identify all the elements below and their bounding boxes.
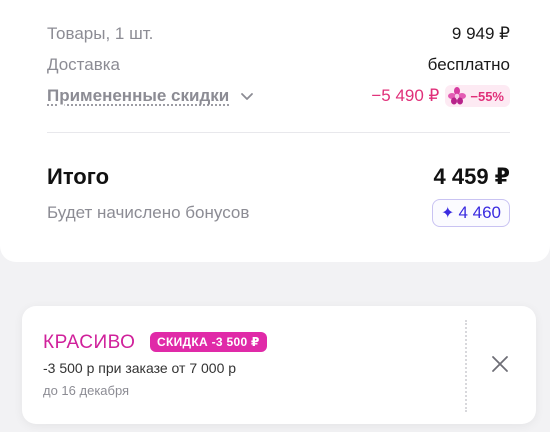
goods-value: 9 949 ₽ bbox=[451, 24, 510, 43]
orchid-icon bbox=[448, 87, 467, 105]
sparkle-icon: ✦ bbox=[441, 205, 455, 222]
order-summary: Товары, 1 шт. 9 949 ₽ Доставка бесплатно… bbox=[0, 0, 550, 262]
delivery-row: Доставка бесплатно bbox=[47, 53, 510, 77]
delivery-label: Доставка bbox=[47, 55, 121, 74]
promo-code-card: КРАСИВО СКИДКА -3 500 ₽ -3 500 р при зак… bbox=[22, 306, 536, 424]
remove-promo-button[interactable] bbox=[486, 350, 514, 378]
goods-label: Товары, 1 шт. bbox=[47, 24, 154, 43]
bonus-value: 4 460 bbox=[458, 203, 501, 222]
delivery-value: бесплатно bbox=[427, 55, 510, 74]
divider bbox=[47, 132, 510, 133]
promo-separator bbox=[465, 320, 467, 412]
promo-condition: -3 500 р при заказе от 7 000 р bbox=[43, 360, 237, 376]
discounts-amount: −5 490 ₽ bbox=[371, 86, 440, 105]
discount-percent: −55% bbox=[470, 88, 504, 104]
discount-percent-badge: −55% bbox=[445, 85, 510, 107]
close-icon bbox=[492, 356, 508, 372]
discounts-toggle[interactable]: Примененные скидки bbox=[47, 86, 255, 106]
bonus-badge: ✦ 4 460 bbox=[432, 199, 510, 227]
chevron-down-icon bbox=[241, 93, 254, 100]
total-label: Итого bbox=[47, 164, 110, 189]
goods-row: Товары, 1 шт. 9 949 ₽ bbox=[47, 22, 510, 46]
discounts-label: Примененные скидки bbox=[47, 86, 230, 105]
total-row: Итого 4 459 ₽ bbox=[47, 162, 510, 192]
discounts-info: −5 490 ₽ −55% bbox=[371, 85, 510, 107]
discounts-row: Примененные скидки −5 490 ₽ −55% bbox=[47, 84, 510, 108]
bonus-label: Будет начислено бонусов bbox=[47, 203, 250, 222]
promo-code: КРАСИВО bbox=[43, 332, 136, 353]
bonus-row: Будет начислено бонусов ✦ 4 460 bbox=[47, 199, 510, 227]
promo-discount-badge: СКИДКА -3 500 ₽ bbox=[150, 332, 267, 352]
total-value: 4 459 ₽ bbox=[433, 164, 510, 189]
promo-valid-until: до 16 декабря bbox=[43, 383, 130, 398]
